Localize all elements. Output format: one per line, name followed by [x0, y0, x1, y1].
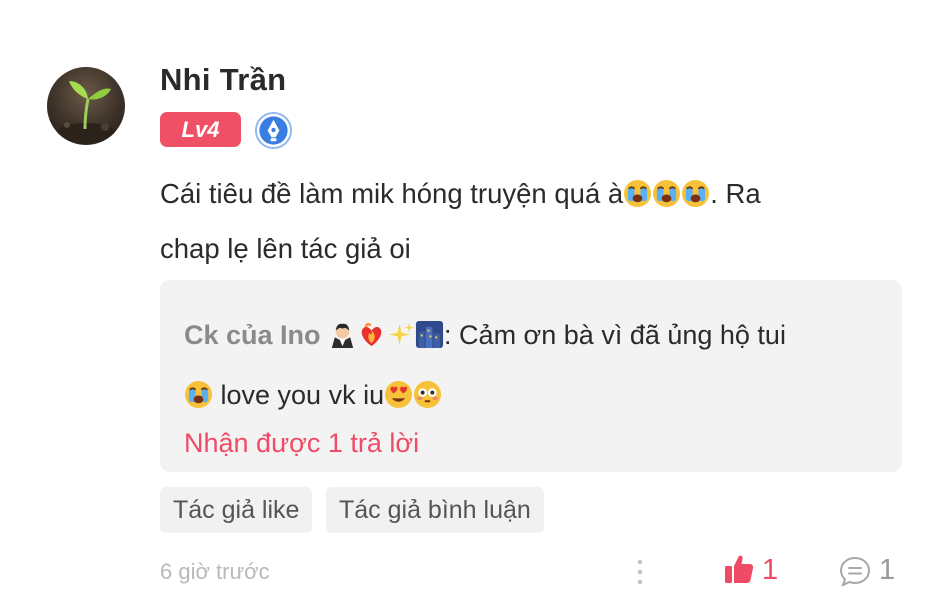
loudly-crying-face-icon [682, 179, 710, 208]
heart-eyes-icon [385, 380, 413, 409]
loudly-crying-face-icon [184, 380, 213, 409]
loudly-crying-face-icon [653, 179, 681, 208]
flushed-face-icon [414, 380, 442, 409]
comment-suffix: . Ra [710, 178, 761, 209]
sprout-icon [56, 81, 116, 143]
heart-on-fire-icon [361, 322, 382, 347]
reply-preview[interactable]: Ck của Ino : Cảm ơn bà vì đã ủng hộ tui … [160, 280, 902, 472]
level-badge: Lv4 [160, 112, 241, 147]
reply-text: Ck của Ino : Cảm ơn bà vì đã ủng hộ tui … [184, 305, 884, 425]
pen-badge-icon [254, 111, 293, 150]
vampire-icon [331, 323, 354, 349]
sparkles-icon [388, 322, 415, 346]
reply-text-part1: : Cảm ơn bà vì đã ủng hộ tui [444, 320, 786, 350]
reply-author[interactable]: Ck của Ino [184, 320, 321, 350]
comment-count: 1 [879, 554, 896, 586]
tag-author-like: Tác giả like [160, 487, 313, 533]
comment-text: Cái tiêu đề làm mik hóng truyện quá à . R… [160, 166, 900, 276]
more-options-icon[interactable] [634, 556, 646, 588]
like-count: 1 [762, 554, 779, 586]
thumbs-up-icon[interactable] [724, 553, 754, 585]
comment-bubble-icon[interactable] [838, 555, 872, 587]
reply-text-part2: love you vk iu [213, 380, 385, 410]
tag-author-comment: Tác giả bình luận [326, 487, 544, 533]
username[interactable]: Nhi Trần [160, 62, 286, 98]
reply-count-link[interactable]: Nhận được 1 trả lời [184, 428, 419, 459]
comment-line2: chap lẹ lên tác giả oi [160, 233, 411, 264]
avatar[interactable] [47, 67, 125, 145]
loudly-crying-face-icon [624, 179, 652, 208]
night-city-icon [416, 320, 444, 349]
comment-line1: Cái tiêu đề làm mik hóng truyện quá à [160, 178, 624, 209]
timestamp: 6 giờ trước [160, 559, 270, 584]
